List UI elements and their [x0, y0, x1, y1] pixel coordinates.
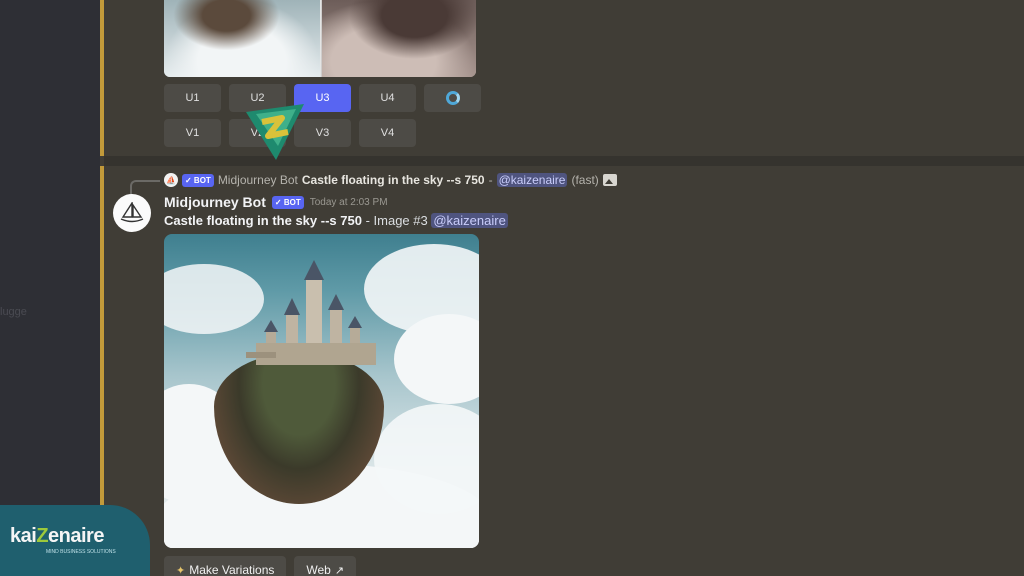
reroll-button[interactable]: [424, 84, 481, 112]
mention-highlight-bar: [100, 0, 104, 156]
upscale-button-row: U1 U2 U3 U4: [164, 84, 481, 112]
castle-illustration: [246, 260, 376, 365]
message-header: Midjourney Bot ✓ BOT Today at 2:03 PM: [164, 194, 388, 210]
image-label: - Image #3: [365, 213, 428, 228]
variation-button-4[interactable]: V4: [359, 119, 416, 147]
web-button[interactable]: Web ↗: [294, 556, 357, 576]
kaizenaire-logo: kaiZenaire MIND BUSINESS SOLUTIONS: [0, 505, 150, 576]
logo-tagline: MIND BUSINESS SOLUTIONS: [46, 549, 116, 555]
bot-tag: ✓ BOT: [271, 195, 304, 209]
generated-image[interactable]: [164, 234, 479, 548]
avatar[interactable]: [113, 194, 151, 232]
reply-prompt: Castle floating in the sky --s 750: [301, 173, 485, 187]
kaizenaire-mark-icon: [246, 104, 304, 160]
web-label: Web: [306, 563, 331, 576]
sailboat-icon: [120, 202, 144, 223]
refresh-icon: [445, 91, 460, 105]
make-variations-label: Make Variations: [189, 563, 275, 576]
external-link-icon: ↗: [334, 564, 345, 576]
previous-grid-image[interactable]: [164, 0, 476, 77]
reply-avatar-icon: ⛵: [164, 173, 178, 187]
reply-separator: -: [488, 173, 493, 187]
variation-button-1[interactable]: V1: [164, 119, 221, 147]
reply-author[interactable]: Midjourney Bot: [218, 173, 298, 187]
upscale-button-1[interactable]: U1: [164, 84, 221, 112]
prompt-text: Castle floating in the sky --s 750: [164, 213, 362, 228]
reply-reference[interactable]: ⛵ ✓ BOT Midjourney Bot Castle floating i…: [164, 172, 617, 188]
sparkle-icon: ✦: [176, 564, 186, 576]
grid-image-left[interactable]: [164, 0, 320, 77]
make-variations-button[interactable]: ✦ Make Variations: [164, 556, 287, 576]
sidebar-ghost-text: lugge: [0, 306, 27, 318]
reply-speed: (fast): [571, 173, 599, 187]
reply-bot-tag: ✓ BOT: [182, 173, 214, 187]
timestamp: Today at 2:03 PM: [309, 196, 388, 208]
reply-mention[interactable]: @kaizenaire: [496, 173, 568, 187]
username[interactable]: Midjourney Bot: [164, 194, 266, 210]
image-icon: [602, 174, 617, 186]
user-mention[interactable]: @kaizenaire: [431, 213, 508, 228]
server-sidebar: lugge: [0, 0, 100, 576]
action-button-row: ✦ Make Variations Web ↗: [164, 556, 357, 576]
message-content: Castle floating in the sky --s 750 - Ima…: [164, 213, 508, 228]
upscale-button-4[interactable]: U4: [359, 84, 416, 112]
grid-image-right[interactable]: [322, 0, 476, 77]
logo-text: kaiZenaire: [10, 525, 104, 547]
